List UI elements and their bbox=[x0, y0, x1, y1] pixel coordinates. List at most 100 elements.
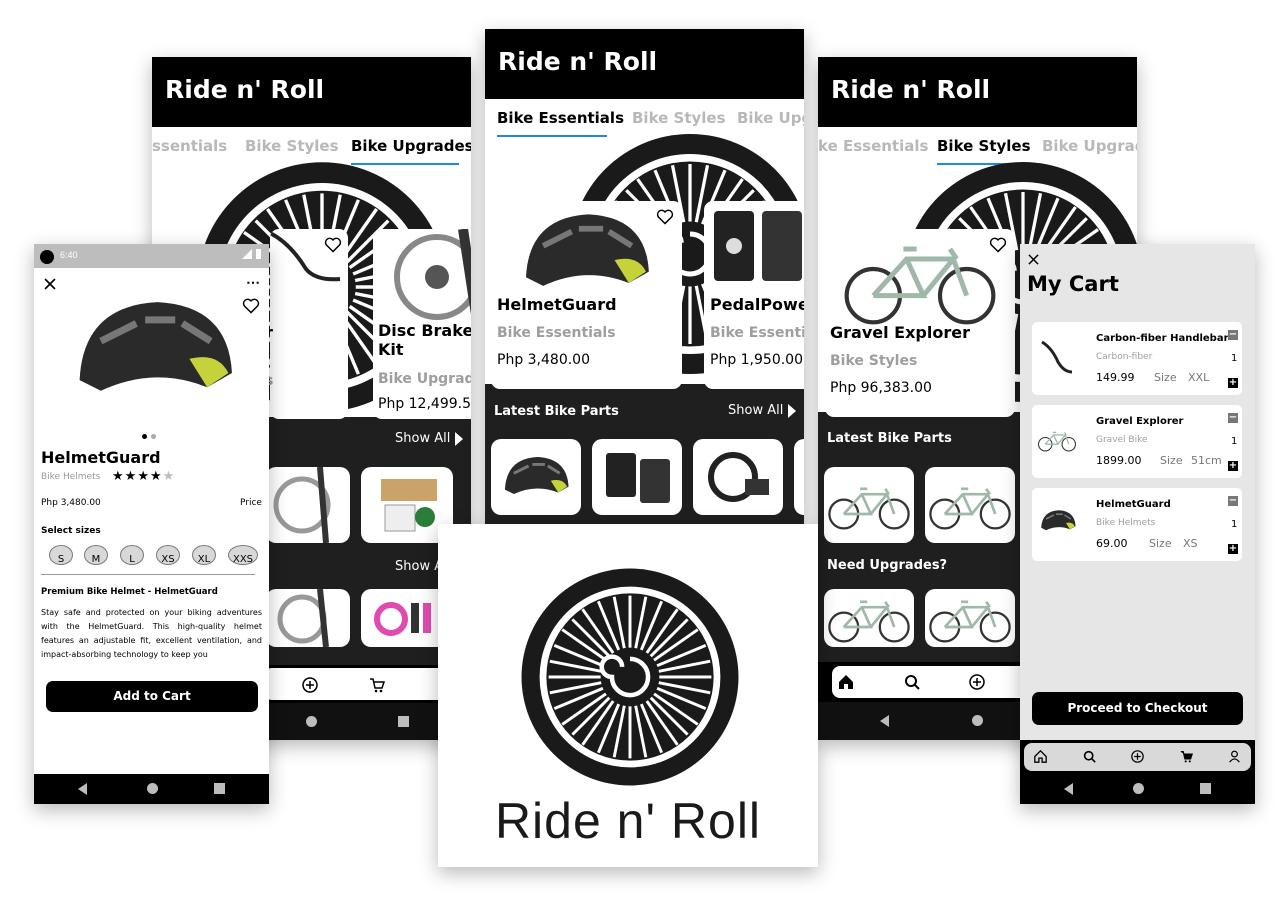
add-to-cart-button[interactable]: Add to Cart bbox=[46, 681, 258, 712]
home-system-icon[interactable] bbox=[306, 716, 317, 727]
tab-essentials[interactable]: ssentials bbox=[152, 137, 227, 155]
screen-bike-essentials: Ride n' Roll Bike Essentials Bike Styles… bbox=[485, 29, 804, 524]
pedal-image bbox=[714, 211, 802, 281]
description-text: Stay safe and protected on your biking a… bbox=[41, 608, 262, 659]
bike-thumbnail[interactable] bbox=[824, 467, 914, 543]
close-icon[interactable] bbox=[44, 278, 56, 290]
home-system-icon[interactable] bbox=[972, 715, 983, 726]
screen-my-cart: My Cart Carbon-fiber Handlebar Carbon-fi… bbox=[1020, 244, 1255, 804]
favorite-heart-icon[interactable] bbox=[989, 237, 1007, 253]
card-price: Php 1,950.00 bbox=[710, 352, 803, 368]
product-card[interactable]: Gravel Explorer Bike Styles Php 96,383.0… bbox=[825, 229, 1015, 417]
home-system-icon[interactable] bbox=[147, 783, 158, 794]
part-thumbnail[interactable] bbox=[266, 467, 350, 543]
increase-qty-button[interactable]: + bbox=[1228, 378, 1238, 388]
part-thumbnail[interactable] bbox=[794, 439, 804, 515]
cart-item-name: Carbon-fiber Handlebar bbox=[1096, 333, 1229, 344]
home-icon[interactable] bbox=[838, 674, 854, 690]
part-thumbnail[interactable] bbox=[592, 439, 682, 515]
bike-thumbnail[interactable] bbox=[925, 589, 1015, 647]
status-bar: 6:40 bbox=[34, 244, 269, 268]
star-filled-icon: ★ bbox=[137, 468, 150, 483]
bottom-nav bbox=[1020, 740, 1255, 774]
recents-system-icon[interactable] bbox=[1200, 783, 1211, 794]
cart-item-name: Gravel Explorer bbox=[1096, 416, 1184, 427]
cart-item[interactable]: HelmetGuard Bike Helmets 69.00 Size XS −… bbox=[1032, 488, 1242, 561]
increase-qty-button[interactable]: + bbox=[1228, 461, 1238, 471]
recents-system-icon[interactable] bbox=[214, 783, 225, 794]
cart-item-price: 69.00 bbox=[1096, 537, 1128, 550]
increase-qty-button[interactable]: + bbox=[1228, 544, 1238, 554]
part-thumbnail[interactable] bbox=[693, 439, 783, 515]
favorite-heart-icon[interactable] bbox=[242, 298, 260, 314]
tab-essentials[interactable]: Bike Essentials bbox=[497, 109, 624, 127]
disc-brake-image bbox=[394, 229, 471, 320]
cart-icon[interactable] bbox=[1180, 750, 1193, 763]
search-icon[interactable] bbox=[904, 674, 920, 690]
star-filled-icon: ★ bbox=[149, 468, 163, 483]
product-card[interactable]: HelmetGuard Bike Essentials Php 3,480.00 bbox=[491, 201, 682, 389]
star-empty-icon: ★ bbox=[162, 468, 176, 483]
back-system-icon[interactable] bbox=[1064, 783, 1073, 795]
part-thumbnail[interactable] bbox=[491, 439, 581, 515]
product-price: Php 3,480.00 bbox=[41, 498, 101, 508]
signal-icon bbox=[242, 249, 252, 259]
tab-upgrades[interactable]: Bike Upgrade bbox=[1042, 137, 1137, 155]
part-thumbnail[interactable] bbox=[266, 589, 350, 647]
size-option-xl[interactable]: XL bbox=[192, 545, 216, 565]
size-option-s[interactable]: S bbox=[49, 545, 73, 565]
home-system-icon[interactable] bbox=[1133, 783, 1144, 794]
wheel-logo-icon bbox=[512, 564, 748, 790]
close-icon[interactable] bbox=[1028, 254, 1039, 265]
product-card[interactable]: Disc Brake U Kit Bike Upgrad Php 12,499.… bbox=[373, 229, 471, 419]
gravel-bike-image bbox=[825, 229, 1015, 329]
tab-styles[interactable]: Bike Styles bbox=[245, 137, 339, 155]
cart-item-qty: 1 bbox=[1231, 353, 1238, 364]
show-all-link[interactable]: Show All bbox=[728, 403, 797, 418]
decrease-qty-button[interactable]: − bbox=[1228, 330, 1238, 340]
recents-system-icon[interactable] bbox=[398, 716, 409, 727]
favorite-heart-icon[interactable] bbox=[324, 237, 342, 253]
cart-item-name: HelmetGuard bbox=[1096, 499, 1171, 510]
add-icon[interactable] bbox=[969, 674, 985, 690]
add-icon[interactable] bbox=[302, 677, 318, 693]
cart-icon[interactable] bbox=[369, 677, 385, 693]
bike-thumbnail[interactable] bbox=[925, 467, 1015, 543]
search-icon[interactable] bbox=[1083, 750, 1096, 763]
card-title: Gravel Explorer bbox=[830, 323, 970, 342]
tab-styles[interactable]: Bike Styles bbox=[632, 109, 726, 127]
size-option-xxs[interactable]: XXS bbox=[228, 545, 258, 565]
card-price: Php 3,480.00 bbox=[497, 352, 590, 368]
divider bbox=[41, 574, 255, 575]
show-all-link-2[interactable]: Show A bbox=[395, 559, 443, 574]
size-option-l[interactable]: L bbox=[120, 545, 144, 565]
select-sizes-label: Select sizes bbox=[41, 526, 101, 536]
favorite-heart-icon[interactable] bbox=[656, 209, 674, 225]
tab-styles[interactable]: Bike Styles bbox=[937, 137, 1031, 155]
product-card[interactable]: r bbox=[270, 229, 348, 419]
cart-item[interactable]: Carbon-fiber Handlebar Carbon-fiber 149.… bbox=[1032, 322, 1242, 395]
tab-essentials[interactable]: ke Essentials bbox=[818, 137, 928, 155]
decrease-qty-button[interactable]: − bbox=[1228, 413, 1238, 423]
nav-bar-pill bbox=[832, 666, 1032, 698]
back-system-icon[interactable] bbox=[880, 715, 889, 727]
more-options-icon[interactable]: ⋯ bbox=[246, 274, 260, 291]
back-system-icon[interactable] bbox=[78, 783, 87, 795]
show-all-link[interactable]: Show All bbox=[395, 431, 464, 446]
cart-item[interactable]: Gravel Explorer Gravel Bike 1899.00 Size… bbox=[1032, 405, 1242, 478]
checkout-button[interactable]: Proceed to Checkout bbox=[1032, 692, 1243, 725]
home-icon[interactable] bbox=[1034, 750, 1047, 763]
size-option-xs[interactable]: XS bbox=[156, 545, 180, 565]
bike-thumbnail[interactable] bbox=[824, 589, 914, 647]
product-title: HelmetGuard bbox=[41, 448, 161, 467]
image-pager-dots[interactable] bbox=[142, 426, 156, 444]
tab-upgrades[interactable]: Bike Upg bbox=[737, 109, 804, 127]
product-card[interactable]: PedalPower Bike Essentia Php 1,950.00 bbox=[704, 201, 804, 389]
add-icon[interactable] bbox=[1131, 750, 1144, 763]
tab-upgrades[interactable]: Bike Upgrades bbox=[351, 137, 471, 155]
decrease-qty-button[interactable]: − bbox=[1228, 496, 1238, 506]
size-option-m[interactable]: M bbox=[84, 545, 108, 565]
helmet-image bbox=[501, 203, 671, 303]
profile-icon[interactable] bbox=[1228, 750, 1241, 763]
screen-product-detail: 6:40 ⋯ HelmetGuard Bike Helmets ★★★★★ Ph… bbox=[34, 244, 269, 804]
